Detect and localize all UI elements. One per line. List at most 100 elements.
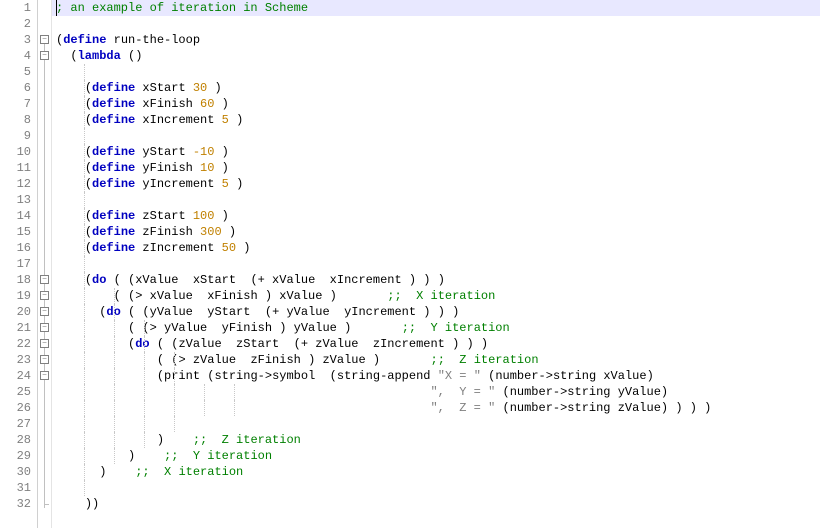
code-text: (define run-the-loop <box>56 33 200 47</box>
line-number: 7 <box>0 96 31 112</box>
text-caret <box>56 0 57 16</box>
line-number: 26 <box>0 400 31 416</box>
line-number: 18 <box>0 272 31 288</box>
code-text: (do ( (xValue xStart (+ xValue xIncremen… <box>56 273 445 287</box>
code-line[interactable]: (define zFinish 300 ) <box>52 224 820 240</box>
line-number: 5 <box>0 64 31 80</box>
line-number: 22 <box>0 336 31 352</box>
line-number: 8 <box>0 112 31 128</box>
fold-toggle-icon[interactable]: − <box>40 35 49 44</box>
code-line[interactable]: (define run-the-loop <box>52 32 820 48</box>
fold-toggle-icon[interactable]: − <box>40 323 49 332</box>
code-line[interactable]: (define xStart 30 ) <box>52 80 820 96</box>
code-text: (lambda () <box>56 49 142 63</box>
code-text: (define zStart 100 ) <box>56 209 229 223</box>
code-text: (do ( (zValue zStart (+ zValue zIncremen… <box>56 337 488 351</box>
line-number: 32 <box>0 496 31 512</box>
code-text: ( (> zValue zFinish ) zValue ) ;; Z iter… <box>56 353 539 367</box>
code-line[interactable]: ( (> zValue zFinish ) zValue ) ;; Z iter… <box>52 352 820 368</box>
code-line[interactable] <box>52 64 820 80</box>
fold-toggle-icon[interactable]: − <box>40 355 49 364</box>
line-number: 24 <box>0 368 31 384</box>
code-text: ", Z = " (number->string zValue) ) ) ) <box>56 401 711 415</box>
code-text: )) <box>56 497 99 511</box>
code-line[interactable]: ) ;; X iteration <box>52 464 820 480</box>
code-text: (do ( (yValue yStart (+ yValue yIncremen… <box>56 305 459 319</box>
line-number: 29 <box>0 448 31 464</box>
code-line[interactable]: (do ( (xValue xStart (+ xValue xIncremen… <box>52 272 820 288</box>
fold-toggle-icon[interactable]: − <box>40 339 49 348</box>
line-number: 12 <box>0 176 31 192</box>
code-line[interactable]: (do ( (yValue yStart (+ yValue yIncremen… <box>52 304 820 320</box>
code-line[interactable]: (define xIncrement 5 ) <box>52 112 820 128</box>
code-line[interactable]: ( (> yValue yFinish ) yValue ) ;; Y iter… <box>52 320 820 336</box>
code-editor[interactable]: 1234567891011121314151617181920212223242… <box>0 0 820 528</box>
code-line[interactable] <box>52 128 820 144</box>
code-area[interactable]: ; an example of iteration in Scheme (defi… <box>52 0 820 528</box>
line-number: 6 <box>0 80 31 96</box>
code-text: ; an example of iteration in Scheme <box>56 1 308 15</box>
line-number: 25 <box>0 384 31 400</box>
line-number: 16 <box>0 240 31 256</box>
line-number: 23 <box>0 352 31 368</box>
code-line[interactable]: ) ;; Y iteration <box>52 448 820 464</box>
code-text: ) ;; Y iteration <box>56 449 272 463</box>
line-number: 9 <box>0 128 31 144</box>
code-line[interactable]: (print (string->symbol (string-append "X… <box>52 368 820 384</box>
fold-toggle-icon[interactable]: − <box>40 275 49 284</box>
code-text: (define xFinish 60 ) <box>56 97 229 111</box>
line-number: 4 <box>0 48 31 64</box>
code-line[interactable]: ; an example of iteration in Scheme <box>52 0 820 16</box>
code-text: ( (> yValue yFinish ) yValue ) ;; Y iter… <box>56 321 510 335</box>
code-line[interactable]: (define xFinish 60 ) <box>52 96 820 112</box>
line-number: 17 <box>0 256 31 272</box>
code-line[interactable]: )) <box>52 496 820 512</box>
code-text: ( (> xValue xFinish ) xValue ) ;; X iter… <box>56 289 495 303</box>
code-line[interactable]: ", Y = " (number->string yValue) <box>52 384 820 400</box>
line-number: 21 <box>0 320 31 336</box>
code-text: (print (string->symbol (string-append "X… <box>56 369 654 383</box>
code-line[interactable]: (define yStart -10 ) <box>52 144 820 160</box>
code-line[interactable]: (lambda () <box>52 48 820 64</box>
line-number: 27 <box>0 416 31 432</box>
fold-toggle-icon[interactable]: − <box>40 307 49 316</box>
line-number: 30 <box>0 464 31 480</box>
code-text: ", Y = " (number->string yValue) <box>56 385 668 399</box>
code-line[interactable]: (define yIncrement 5 ) <box>52 176 820 192</box>
line-number: 3 <box>0 32 31 48</box>
fold-toggle-icon[interactable]: − <box>40 371 49 380</box>
line-number: 31 <box>0 480 31 496</box>
code-text: (define yFinish 10 ) <box>56 161 229 175</box>
code-line[interactable] <box>52 416 820 432</box>
fold-column[interactable]: − − − − − − − − − <box>38 0 52 528</box>
code-line[interactable]: (define zIncrement 50 ) <box>52 240 820 256</box>
line-number: 11 <box>0 160 31 176</box>
code-line[interactable] <box>52 256 820 272</box>
line-number-gutter: 1234567891011121314151617181920212223242… <box>0 0 38 528</box>
code-line[interactable] <box>52 16 820 32</box>
line-number: 10 <box>0 144 31 160</box>
code-text: (define zFinish 300 ) <box>56 225 236 239</box>
code-line[interactable] <box>52 192 820 208</box>
line-number: 14 <box>0 208 31 224</box>
code-line[interactable]: ( (> xValue xFinish ) xValue ) ;; X iter… <box>52 288 820 304</box>
fold-toggle-icon[interactable]: − <box>40 291 49 300</box>
line-number: 15 <box>0 224 31 240</box>
code-line[interactable]: ) ;; Z iteration <box>52 432 820 448</box>
code-line[interactable]: ", Z = " (number->string zValue) ) ) ) <box>52 400 820 416</box>
code-line[interactable]: (define zStart 100 ) <box>52 208 820 224</box>
code-text: ) ;; Z iteration <box>56 433 301 447</box>
line-number: 13 <box>0 192 31 208</box>
code-line[interactable]: (define yFinish 10 ) <box>52 160 820 176</box>
line-number: 20 <box>0 304 31 320</box>
code-line[interactable]: (do ( (zValue zStart (+ zValue zIncremen… <box>52 336 820 352</box>
code-text: (define zIncrement 50 ) <box>56 241 250 255</box>
line-number: 1 <box>0 0 31 16</box>
line-number: 2 <box>0 16 31 32</box>
code-line[interactable] <box>52 480 820 496</box>
line-number: 28 <box>0 432 31 448</box>
code-text: (define xStart 30 ) <box>56 81 222 95</box>
fold-toggle-icon[interactable]: − <box>40 51 49 60</box>
line-number: 19 <box>0 288 31 304</box>
code-text: (define yStart -10 ) <box>56 145 229 159</box>
